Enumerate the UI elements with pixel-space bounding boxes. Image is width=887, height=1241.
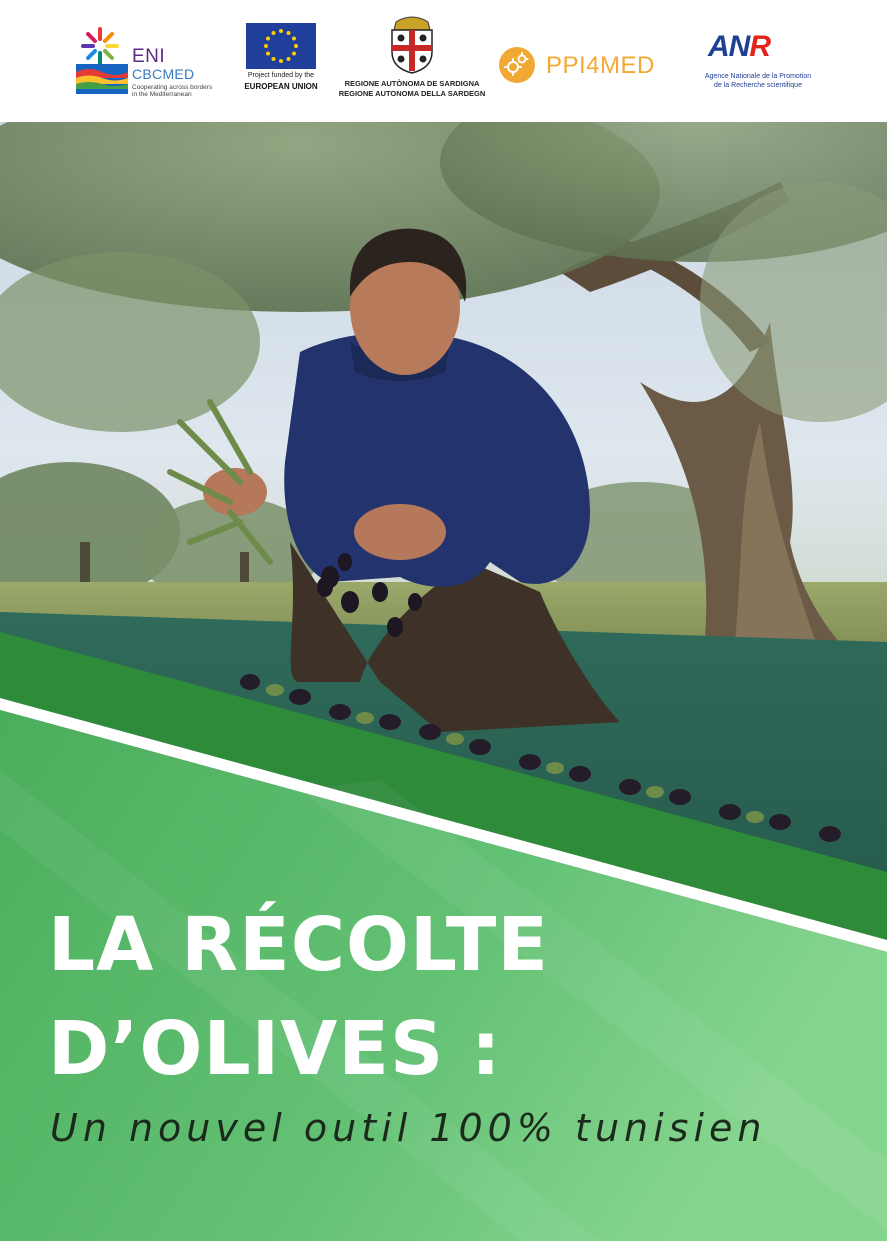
anr-wordmark: ANR	[708, 30, 771, 64]
eni-flower-icon	[81, 27, 119, 65]
anr-label-1: Agence Nationale de la Promotion	[704, 73, 812, 80]
title-line-2: D’OLIVES :	[48, 1006, 502, 1092]
eu-logo: Project funded by the EUROPEAN UNION	[244, 23, 318, 95]
sardegna-label-2: REGIONE AUTONOMA DELLA SARDEGN	[338, 89, 486, 98]
eu-funded-label: Project funded by the	[247, 72, 315, 79]
eni-waves-icon	[76, 64, 128, 94]
eni-tagline-1: Cooperating across borders	[132, 84, 213, 91]
anr-logo: ANR Agence Nationale de la Promotion de …	[702, 30, 814, 94]
sardegna-label-1: REGIONE AUTÒNOMA DE SARDIGNA	[344, 79, 480, 88]
sardinia-crest-icon	[391, 16, 433, 74]
eni-tagline-2: in the Mediterranean	[132, 91, 192, 98]
ppi-gears-icon	[499, 47, 535, 83]
anr-wordmark-an: AN	[708, 30, 750, 63]
anr-label-2: de la Recherche scientifique	[714, 82, 802, 89]
ppi4med-logo: PPI4MED	[498, 46, 674, 86]
eu-name-label: EUROPEAN UNION	[244, 82, 318, 91]
eni-cbcmed-logo: ENI CBCMED Cooperating across borders in…	[76, 24, 216, 100]
anr-wordmark-r: R	[749, 30, 771, 63]
logo-header: ENI CBCMED Cooperating across borders in…	[0, 0, 887, 122]
eni-label: ENI	[132, 46, 166, 67]
cbcmed-label: CBCMED	[132, 66, 195, 82]
ppi4med-label: PPI4MED	[546, 52, 655, 79]
cover-title: LA RÉCOLTE D’OLIVES :	[48, 893, 848, 1101]
cover-subtitle: Un nouvel outil 100% tunisien	[50, 1106, 767, 1150]
sardegna-logo: REGIONE AUTÒNOMA DE SARDIGNA REGIONE AUT…	[338, 14, 486, 100]
eu-flag-icon	[246, 23, 316, 69]
title-line-1: LA RÉCOLTE	[48, 902, 549, 988]
